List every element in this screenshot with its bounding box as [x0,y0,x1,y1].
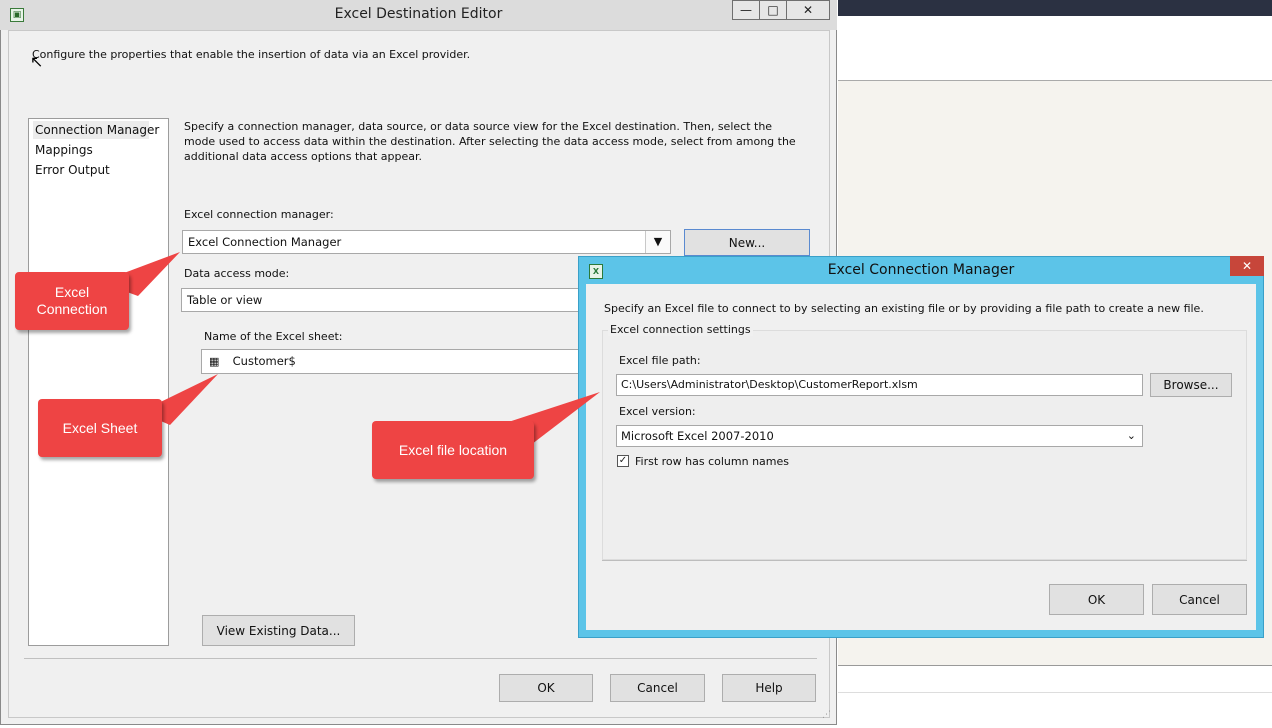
callout-excel-connection-line2: Connection [36,301,108,317]
callout-excel-sheet: Excel Sheet [38,399,162,457]
callout-excel-connection-line1: Excel [54,284,90,300]
callout-pointers [100,252,600,444]
callout-excel-file-location: Excel file location [372,421,534,479]
callout-excel-connection: Excel Connection [15,272,129,330]
